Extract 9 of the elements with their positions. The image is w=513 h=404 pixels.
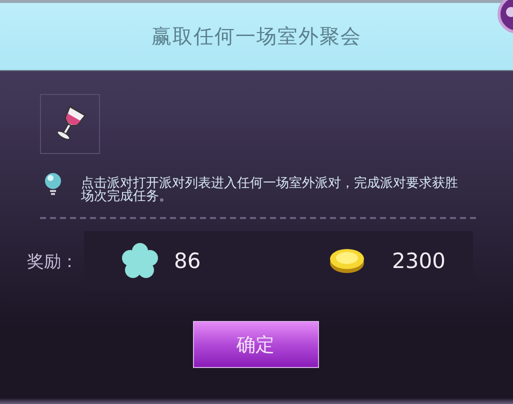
coin-icon <box>329 248 365 274</box>
reward-label: 奖励： <box>27 250 79 272</box>
dialog-title: 赢取任何一场室外聚会 <box>152 23 362 50</box>
reward-amount: 86 <box>174 249 201 273</box>
confirm-button[interactable]: 确定 <box>192 321 318 368</box>
flower-icon <box>121 242 159 280</box>
reward-amount: 2300 <box>392 249 446 273</box>
light-bulb-icon <box>44 172 62 196</box>
hint-text: 点击派对打开派对列表进入任何一场室外派对，完成派对要求获胜场次完成任务。 <box>81 177 459 203</box>
